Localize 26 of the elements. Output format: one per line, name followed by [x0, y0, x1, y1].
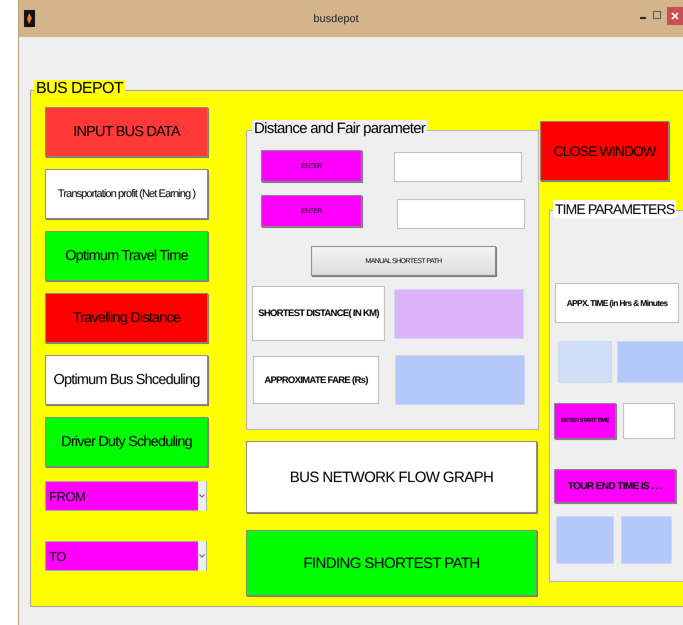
- panel-title: TIME PARAMETERS: [553, 200, 676, 218]
- close-icon[interactable]: [667, 7, 683, 25]
- action-button[interactable]: FINDING SHORTEST PATH: [246, 530, 537, 596]
- input-field[interactable]: [623, 403, 675, 439]
- chevron-down-icon: [199, 554, 205, 558]
- input-field[interactable]: [394, 152, 522, 182]
- app-icon: [24, 10, 35, 27]
- menu-button[interactable]: Driver Duty Scheduling: [45, 417, 208, 467]
- menu-button[interactable]: Travelling Distance: [45, 293, 208, 343]
- dropdown[interactable]: TO: [45, 541, 207, 571]
- result-label: SHORTEST DISTANCE( IN KM): [252, 286, 385, 341]
- chevron-down-icon: [199, 494, 205, 498]
- close-window-button[interactable]: CLOSE WINDOW: [540, 121, 669, 181]
- menu-button[interactable]: Transportation profit (Net Earning ): [45, 169, 208, 219]
- menu-button[interactable]: Optimum Travel Time: [45, 231, 208, 281]
- menu-button[interactable]: Optimum Bus Shceduling: [45, 355, 208, 405]
- time-label: APPX. TIME (in Hrs & Minutes: [555, 283, 679, 323]
- dropdown[interactable]: FROM: [45, 481, 207, 511]
- input-field[interactable]: [397, 199, 525, 229]
- tour-end-time-button[interactable]: TOUR END TIME IS . . .: [554, 469, 676, 503]
- panel-title: Distance and Fair parameter: [252, 120, 428, 138]
- result-label: APPROXIMATE FARE (Rs): [253, 356, 379, 404]
- action-button[interactable]: BUS NETWORK FLOW GRAPH: [246, 441, 537, 513]
- maximize-icon[interactable]: [651, 8, 663, 22]
- window-title: busdepot: [312, 12, 360, 24]
- menu-button[interactable]: INPUT BUS DATA: [45, 107, 208, 157]
